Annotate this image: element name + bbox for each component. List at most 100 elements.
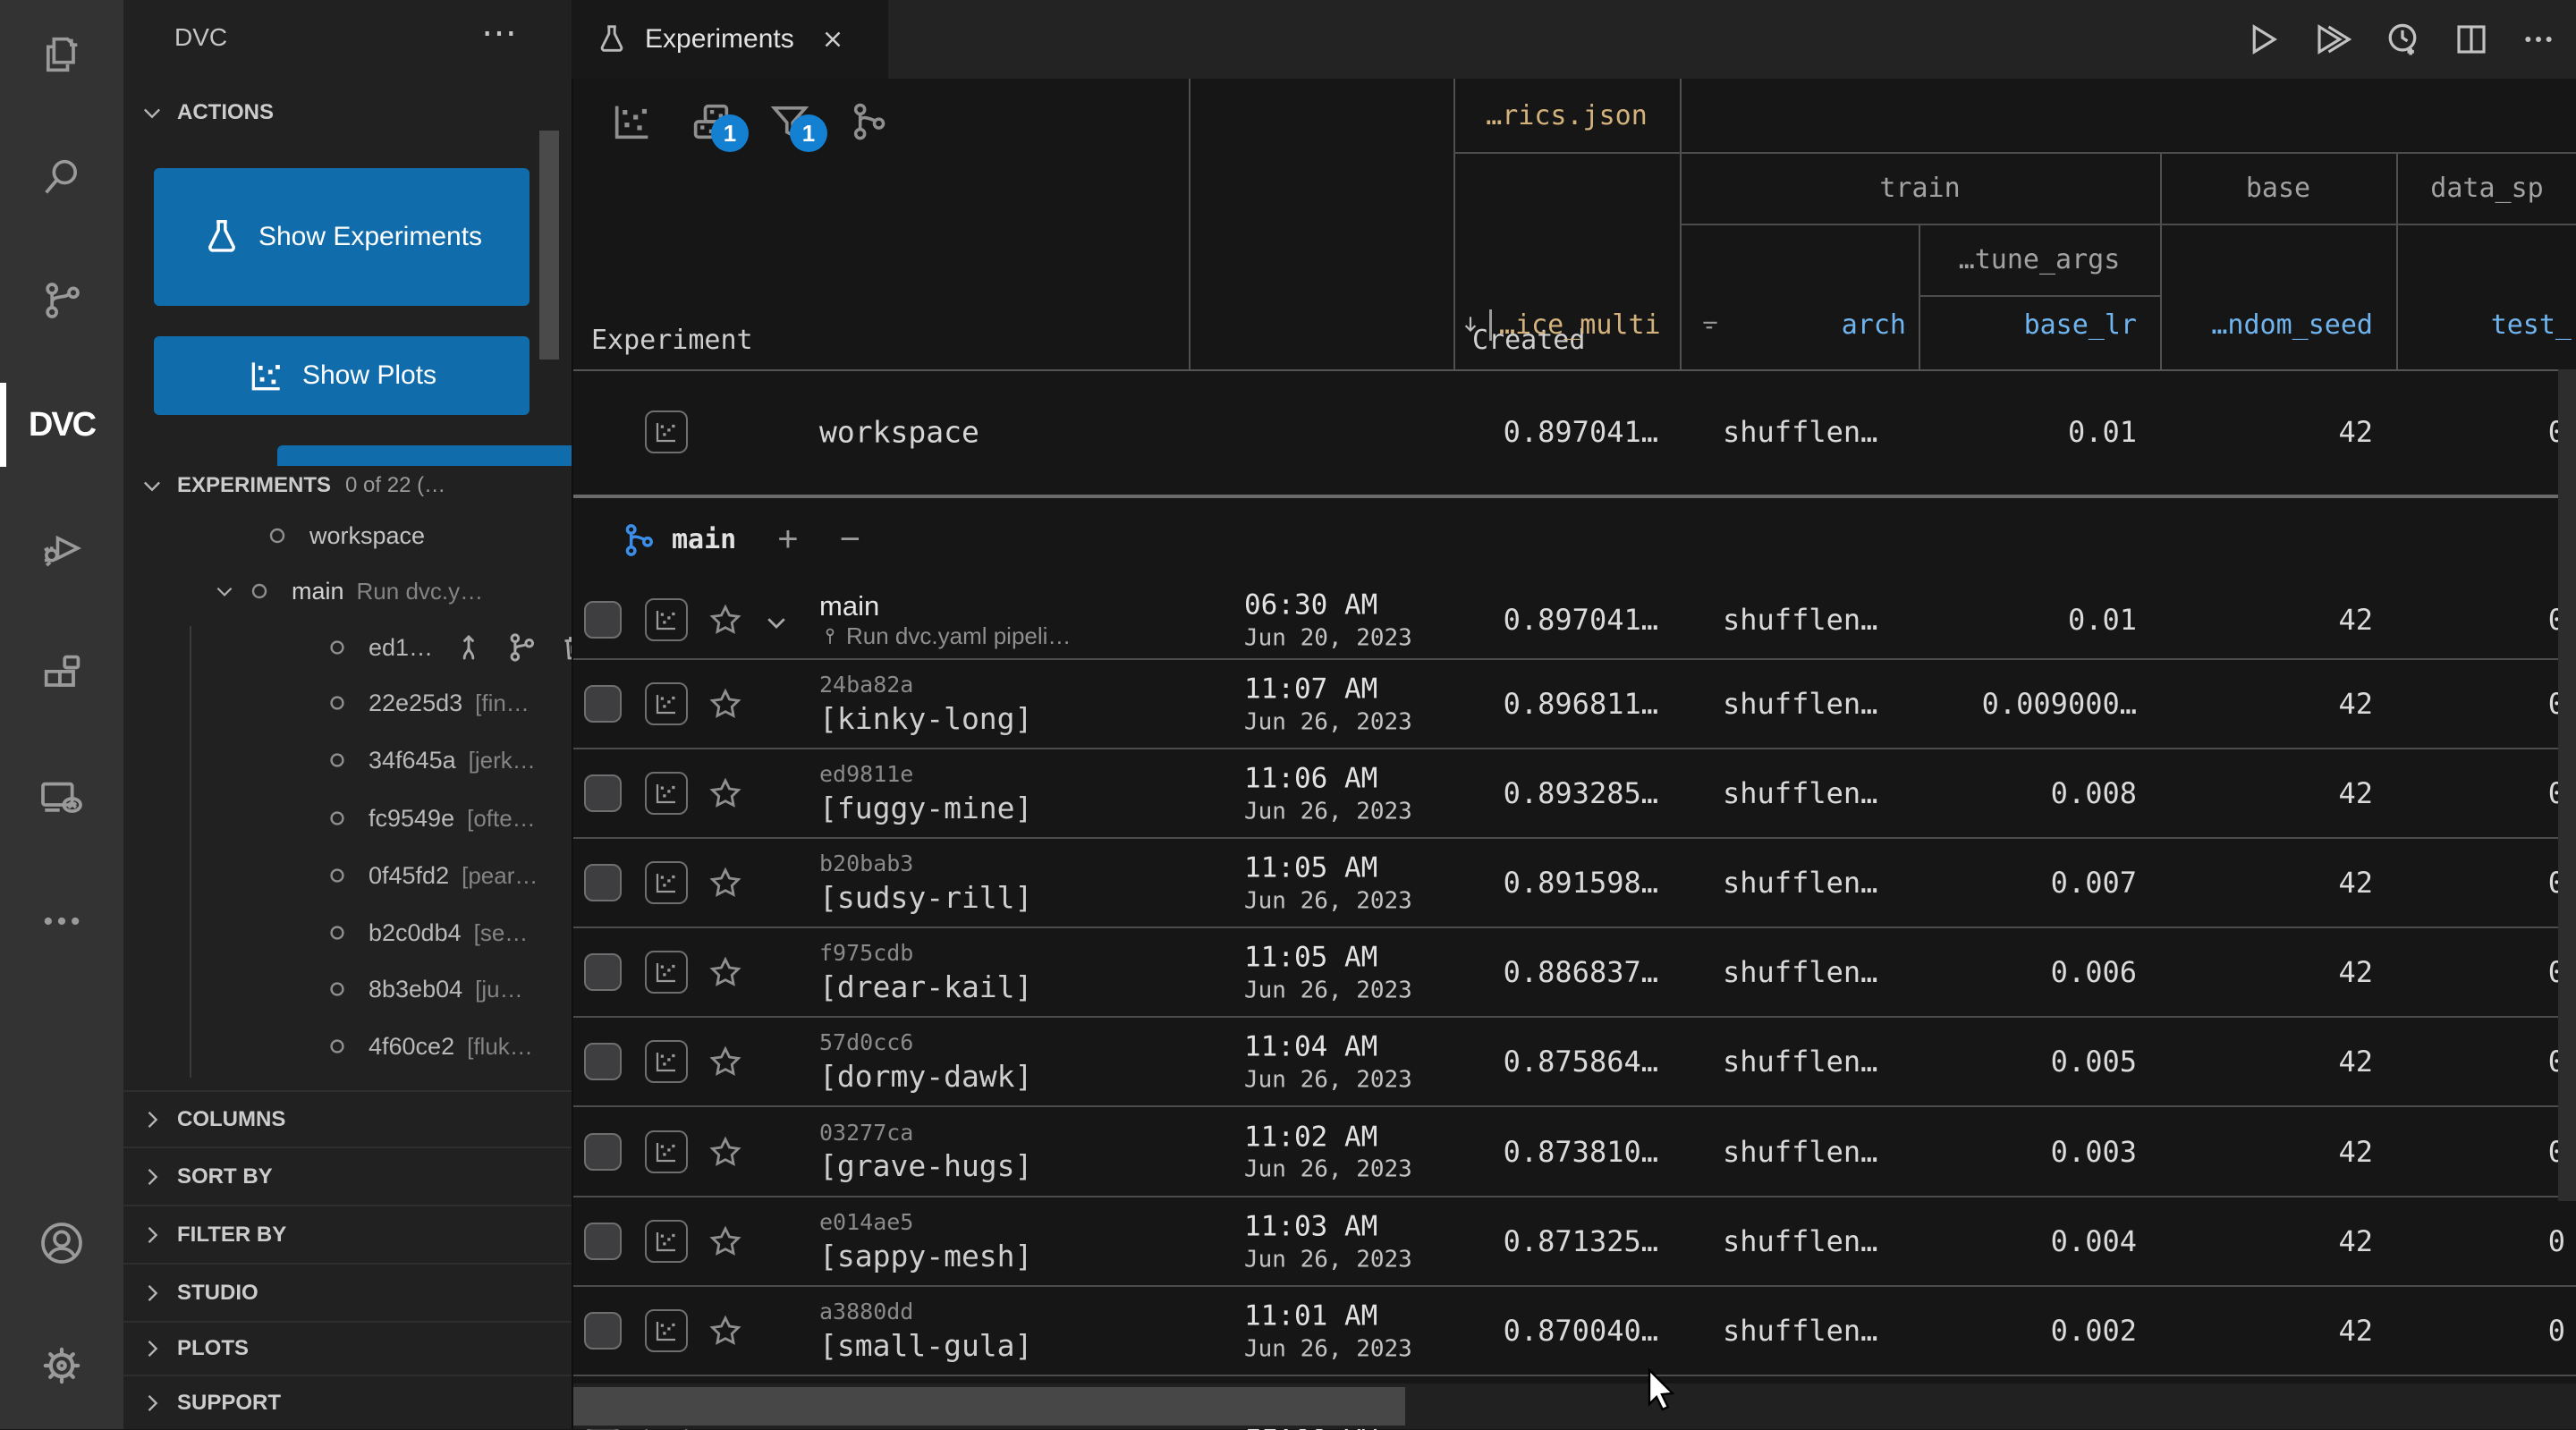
plot-toggle-icon[interactable] [645,772,688,815]
run-experiment-icon[interactable] [2243,21,2281,58]
star-icon[interactable] [708,1313,743,1349]
filter-by-section-header[interactable]: FILTER BY [123,1205,572,1263]
more-views-icon[interactable] [0,872,123,970]
columns-section-header[interactable]: COLUMNS [123,1090,572,1147]
studio-section-header[interactable]: STUDIO [123,1263,572,1321]
show-experiments-button[interactable]: Show Experiments [154,168,530,306]
header-random-seed[interactable]: …ndom_seed [2160,293,2373,356]
header-base-lr[interactable]: base_lr [1919,293,2137,356]
experiment-row[interactable]: b20bab3 [sudsy-rill] 11:05 AM Jun 26, 20… [573,839,2576,927]
header-experiment[interactable]: Experiment [591,308,1164,356]
row-checkbox[interactable] [584,1043,622,1080]
experiment-row[interactable]: 03277ca [grave-hugs] 11:02 AM Jun 26, 20… [573,1107,2576,1196]
column-separator[interactable] [1189,79,1191,369]
plots-section-header[interactable]: PLOTS [123,1321,572,1375]
plot-toggle-icon[interactable] [645,861,688,904]
actions-section-header[interactable]: ACTIONS [123,89,572,136]
remote-explorer-icon[interactable] [0,749,123,848]
plot-toggle-icon[interactable] [645,1130,688,1173]
header-ice-multi[interactable]: …ice_multi [1459,293,1680,356]
tree-item-34f645a[interactable]: 34f645a [jerk… [123,732,572,788]
filter-icon[interactable]: 1 [767,98,827,152]
tree-item-0f45fd2[interactable]: 0f45fd2 [pear… [123,848,572,903]
tree-item-main[interactable]: main Run dvc.y… [123,563,572,619]
tree-item-ed1[interactable]: ed1… [123,620,584,675]
run-all-icon[interactable] [2311,21,2352,58]
source-control-icon[interactable] [0,251,123,350]
experiment-row[interactable]: 24ba82a [kinky-long] 11:07 AM Jun 26, 20… [573,660,2576,748]
queue-history-icon[interactable] [2383,20,2422,59]
expand-rows-button[interactable]: + [777,520,798,560]
star-icon[interactable] [708,775,743,811]
star-icon[interactable] [708,686,743,722]
plot-toggle-icon[interactable] [645,410,688,453]
star-icon[interactable] [708,954,743,990]
plot-toggle-icon[interactable] [645,1309,688,1352]
row-checkbox[interactable] [584,1223,622,1260]
header-data-split-group[interactable]: data_sp [2396,152,2576,224]
settings-gear-icon[interactable] [0,1316,123,1415]
sort-by-section-header[interactable]: SORT BY [123,1147,572,1205]
apply-experiment-icon[interactable] [453,631,485,664]
support-section-header[interactable]: SUPPORT [123,1375,572,1429]
experiment-row[interactable]: 57d0cc6 [dormy-dawk] 11:04 AM Jun 26, 20… [573,1018,2576,1105]
plot-toggle-icon[interactable] [645,682,688,725]
tree-item-22e25d3[interactable]: 22e25d3 [fin… [123,675,572,731]
sidebar-scrollbar[interactable] [539,131,559,360]
tree-item-4f60ce2[interactable]: 4f60ce2 [fluk… [123,1019,572,1074]
plot-toggle-icon[interactable] [645,1220,688,1263]
more-actions-icon[interactable] [2521,21,2556,57]
experiment-row[interactable]: f975cdb [drear-kail] 11:05 AM Jun 26, 20… [573,928,2576,1016]
sorts-icon[interactable]: 1 [688,98,749,152]
header-test-split[interactable]: test_ [2405,293,2572,356]
header-metrics-json-group[interactable]: …rics.json [1453,79,1680,152]
dvc-view-icon[interactable]: DVC [0,376,123,474]
tree-item-b2c0db4[interactable]: b2c0db4 [se… [123,905,572,960]
extensions-icon[interactable] [0,624,123,723]
branch-icon[interactable] [504,630,538,664]
row-checkbox[interactable] [584,1132,622,1171]
row-checkbox[interactable] [584,864,622,901]
header-arch[interactable]: arch [1691,293,1906,356]
account-icon[interactable] [0,1194,123,1292]
search-icon[interactable] [0,128,123,226]
tree-item-8b3eb04[interactable]: 8b3eb04 [ju… [123,961,572,1017]
vertical-scrollbar[interactable] [2558,369,2576,1201]
experiment-row[interactable]: a3880dd [small-gula] 11:01 AM Jun 26, 20… [573,1287,2576,1375]
close-icon[interactable] [819,26,846,53]
header-base-group[interactable]: base [2160,152,2396,224]
run-debug-icon[interactable] [0,499,123,597]
plot-toggle-icon[interactable] [645,1040,688,1083]
experiments-section-header[interactable]: EXPERIMENTS 0 of 22 (… [123,466,572,505]
horizontal-scrollbar[interactable] [573,1383,2576,1429]
header-tune-args-group[interactable]: …tune_args [1919,224,2160,295]
sidebar-more-icon[interactable]: ⋯ [481,13,521,54]
workspace-row[interactable]: workspace 0.897041… shufflen… 0.01 42 0 [573,369,2576,495]
plot-toggle-icon[interactable] [645,951,688,994]
row-checkbox[interactable] [584,685,622,723]
row-checkbox[interactable] [584,774,622,812]
experiment-row[interactable]: ed9811e [fuggy-mine] 11:06 AM Jun 26, 20… [573,749,2576,837]
star-icon[interactable] [708,1134,743,1170]
star-icon[interactable] [708,602,743,638]
experiment-row[interactable]: e014ae5 [sappy-mesh] 11:03 AM Jun 26, 20… [573,1197,2576,1285]
star-icon[interactable] [708,1044,743,1079]
star-icon[interactable] [708,1223,743,1259]
row-checkbox[interactable] [584,953,622,991]
horizontal-scrollbar-thumb[interactable] [573,1387,1405,1426]
plots-icon[interactable] [609,98,656,145]
split-editor-icon[interactable] [2453,21,2490,58]
header-train-group[interactable]: train [1680,152,2160,224]
tab-experiments[interactable]: Experiments [572,0,888,79]
row-checkbox[interactable] [584,1312,622,1350]
chevron-down-icon[interactable] [763,609,790,636]
tree-item-workspace[interactable]: workspace [123,508,572,563]
row-checkbox[interactable] [584,601,622,639]
tree-item-fc9549e[interactable]: fc9549e [ofte… [123,791,572,846]
experiment-row-main[interactable]: main Run dvc.yaml pipeli… 06:30 AM Jun 2… [573,581,2576,658]
branches-icon[interactable] [845,99,890,144]
show-plots-button[interactable]: Show Plots [154,336,530,415]
plot-toggle-icon[interactable] [645,598,688,641]
collapse-rows-button[interactable]: − [840,520,860,560]
explorer-icon[interactable] [0,5,123,104]
